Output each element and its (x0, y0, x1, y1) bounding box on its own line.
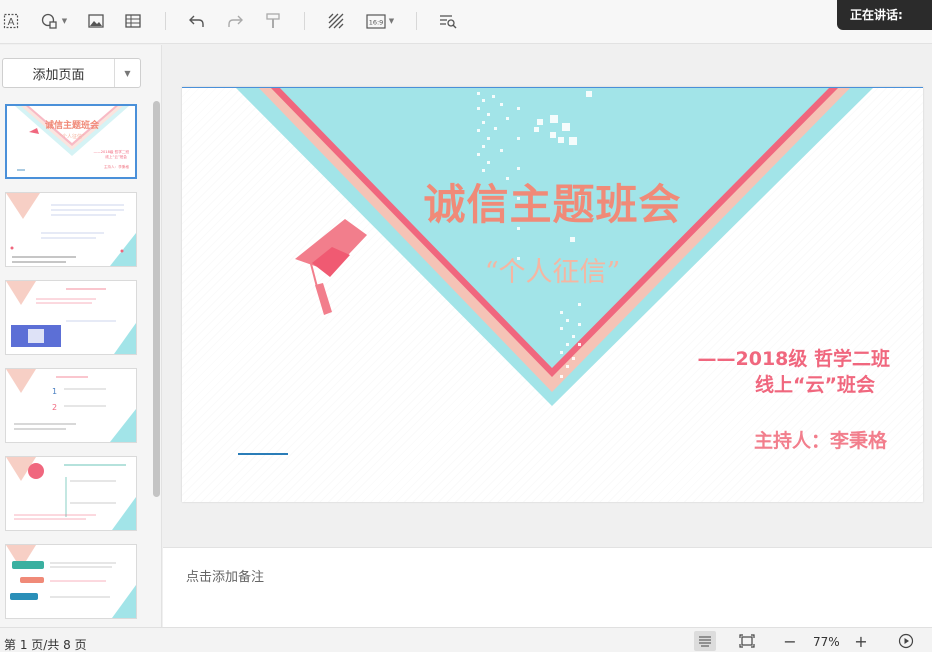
slide-title[interactable]: 诚信主题班会 (182, 171, 923, 232)
slide-subtitle[interactable]: “个人征信” (182, 250, 923, 289)
zoom-out-icon[interactable]: − (782, 631, 798, 651)
svg-text:主持人：李秉格: 主持人：李秉格 (104, 164, 130, 169)
slide-thumbnail-4[interactable]: 1 2 (5, 368, 137, 443)
slide-editor[interactable]: 诚信主题班会 “个人征信” ——2018级 哲学二班 线上“云”班会 主持人：李… (182, 87, 923, 502)
notes-placeholder[interactable]: 点击添加备注 (186, 566, 264, 585)
notes-toggle-icon[interactable] (694, 631, 716, 651)
svg-text:“个人征信”: “个人征信” (59, 133, 85, 140)
speaker-label: 正在讲话: (850, 8, 903, 22)
slide-thumbnail-6[interactable] (5, 544, 137, 619)
chevron-down-icon[interactable]: ▼ (114, 59, 140, 87)
toolbar-separator (416, 12, 417, 30)
status-bar: 第 1 页/共 8 页 − 77% + (0, 627, 932, 652)
svg-text:1: 1 (52, 387, 57, 396)
add-page-label[interactable]: 添加页面 (3, 59, 114, 87)
slide-thumbnail-3[interactable] (5, 280, 137, 355)
decorative-line (238, 453, 288, 455)
shape-icon[interactable]: ▼ (38, 9, 70, 33)
table-icon[interactable] (124, 9, 142, 33)
slide-thumbnail-1[interactable]: 诚信主题班会 “个人征信” ——2018级 哲学二班 线上“云”班会 主持人：李… (5, 104, 137, 179)
chevron-down-icon: ▼ (61, 17, 68, 25)
zoom-level[interactable]: 77% (813, 635, 840, 649)
thumbnail-list: 诚信主题班会 “个人征信” ——2018级 哲学二班 线上“云”班会 主持人：李… (0, 104, 150, 627)
toolbar-separator (304, 12, 305, 30)
image-icon[interactable] (87, 9, 105, 33)
aspect-ratio-label: 16:9 (368, 18, 383, 26)
slide-thumbnail-2[interactable] (5, 192, 137, 267)
search-text-icon[interactable] (438, 9, 458, 33)
svg-text:A: A (8, 17, 15, 28)
fit-screen-icon[interactable] (737, 631, 757, 651)
svg-text:2: 2 (52, 403, 57, 412)
slide-thumbnail-5[interactable] (5, 456, 137, 531)
svg-text:诚信主题班会: 诚信主题班会 (45, 119, 100, 131)
notes-panel[interactable]: 点击添加备注 (163, 547, 932, 627)
host-text[interactable]: 主持人：李秉格 (754, 426, 887, 453)
slide-thumbnail-panel: 添加页面 ▼ 诚信主题班会 “个人征信” ——2018级 哲学二班 线上“云”班… (0, 45, 162, 627)
chevron-down-icon: ▼ (388, 17, 395, 25)
class-name-text[interactable]: ——2018级 哲学二班 (698, 344, 891, 371)
play-icon[interactable] (896, 631, 916, 651)
toolbar-separator (165, 12, 166, 30)
svg-text:线上“云”班会: 线上“云”班会 (105, 154, 127, 159)
zoom-in-icon[interactable]: + (853, 631, 869, 651)
speaker-indicator: 正在讲话: (837, 0, 932, 30)
page-indicator: 第 1 页/共 8 页 (4, 638, 87, 652)
undo-icon[interactable] (187, 9, 207, 33)
format-painter-icon[interactable] (264, 9, 282, 33)
add-page-button[interactable]: 添加页面 ▼ (2, 58, 141, 88)
thumbnail-scrollbar[interactable] (153, 101, 160, 497)
svg-text:——2018级 哲学二班: ——2018级 哲学二班 (94, 149, 130, 154)
background-pattern-icon[interactable] (326, 9, 346, 33)
meeting-type-text[interactable]: 线上“云”班会 (755, 370, 875, 397)
text-box-icon[interactable]: A (2, 9, 20, 33)
redo-icon[interactable] (225, 9, 245, 33)
toolbar: A ▼ 16:9 ▼ (0, 0, 932, 44)
aspect-ratio-icon[interactable]: 16:9 ▼ (363, 9, 397, 33)
